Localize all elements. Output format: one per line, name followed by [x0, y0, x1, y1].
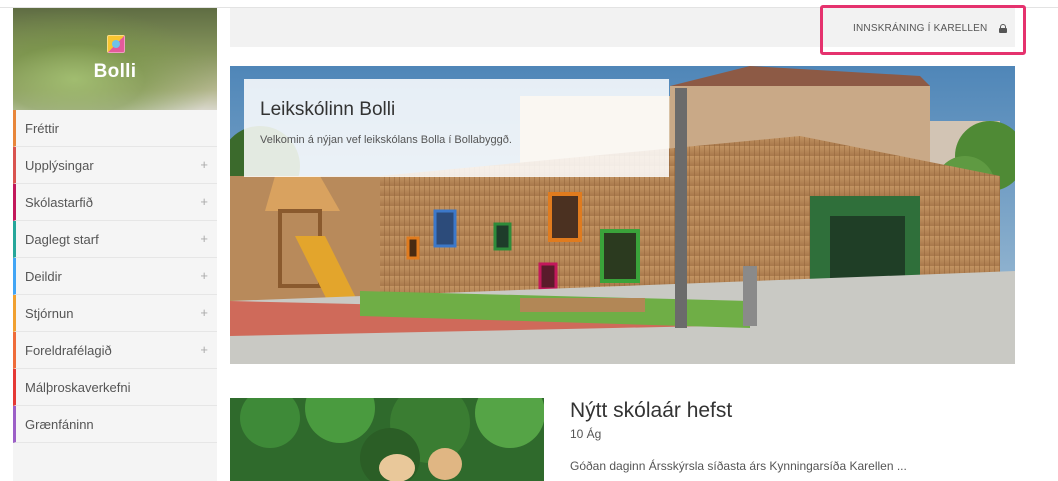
sidebar-item-label: Stjórnun	[25, 306, 74, 321]
expand-plus-icon[interactable]: +	[200, 305, 208, 320]
sidebar-item-label: Foreldrafélagið	[25, 343, 112, 358]
hero-banner: Leikskólinn Bolli Velkomin á nýjan vef l…	[230, 66, 1015, 364]
news-excerpt: Góðan daginn Ársskýrsla síðasta árs Kynn…	[570, 459, 907, 473]
sidebar-item-label: Deildir	[25, 269, 62, 284]
expand-plus-icon[interactable]: +	[200, 342, 208, 357]
news-thumbnail[interactable]	[230, 398, 544, 481]
site-logo[interactable]: Bolli	[13, 8, 217, 110]
sidebar-item[interactable]: Grænfáninn	[13, 406, 217, 443]
sidebar-item[interactable]: Fréttir	[13, 110, 217, 147]
expand-plus-icon[interactable]: +	[200, 268, 208, 283]
sidebar-item-label: Grænfáninn	[25, 417, 94, 432]
school-logo-icon	[107, 35, 125, 53]
sidebar-item[interactable]: Daglegt starf +	[13, 221, 217, 258]
lock-icon	[999, 24, 1007, 33]
hero-subtitle: Velkomin á nýjan vef leikskólans Bolla í…	[260, 134, 512, 146]
expand-plus-icon[interactable]: +	[200, 231, 208, 246]
sidebar-item[interactable]: Foreldrafélagið +	[13, 332, 217, 369]
sidebar-item-label: Málþroskaverkefni	[25, 380, 131, 395]
sidebar-item-label: Upplýsingar	[25, 158, 94, 173]
news-title-link[interactable]: Nýtt skólaár hefst	[570, 399, 732, 423]
sidebar: Bolli Fréttir Upplýsingar + Skólastarfið + Da…	[13, 8, 217, 481]
sidebar-item-label: Skólastarfið	[25, 195, 93, 210]
expand-plus-icon[interactable]: +	[200, 194, 208, 209]
news-date: 10 Ág	[570, 427, 602, 441]
sidebar-item[interactable]: Skólastarfið +	[13, 184, 217, 221]
sidebar-item-label: Daglegt starf	[25, 232, 99, 247]
login-highlight: INNSKRÁNING Í KARELLEN	[820, 5, 1026, 55]
sidebar-item[interactable]: Deildir +	[13, 258, 217, 295]
sidebar-item[interactable]: Stjórnun +	[13, 295, 217, 332]
sidebar-item-label: Fréttir	[25, 121, 59, 136]
hero-title: Leikskólinn Bolli	[260, 99, 396, 120]
site-name: Bolli	[93, 61, 137, 82]
sidebar-item[interactable]: Upplýsingar +	[13, 147, 217, 184]
sidebar-item[interactable]: Málþroskaverkefni	[13, 369, 217, 406]
hero-caption-card: Leikskólinn Bolli Velkomin á nýjan vef l…	[244, 79, 669, 177]
expand-plus-icon[interactable]: +	[200, 157, 208, 172]
karellen-login-link[interactable]: INNSKRÁNING Í KARELLEN	[853, 23, 987, 34]
main-navigation: Fréttir Upplýsingar + Skólastarfið + Daglegt …	[13, 110, 217, 443]
